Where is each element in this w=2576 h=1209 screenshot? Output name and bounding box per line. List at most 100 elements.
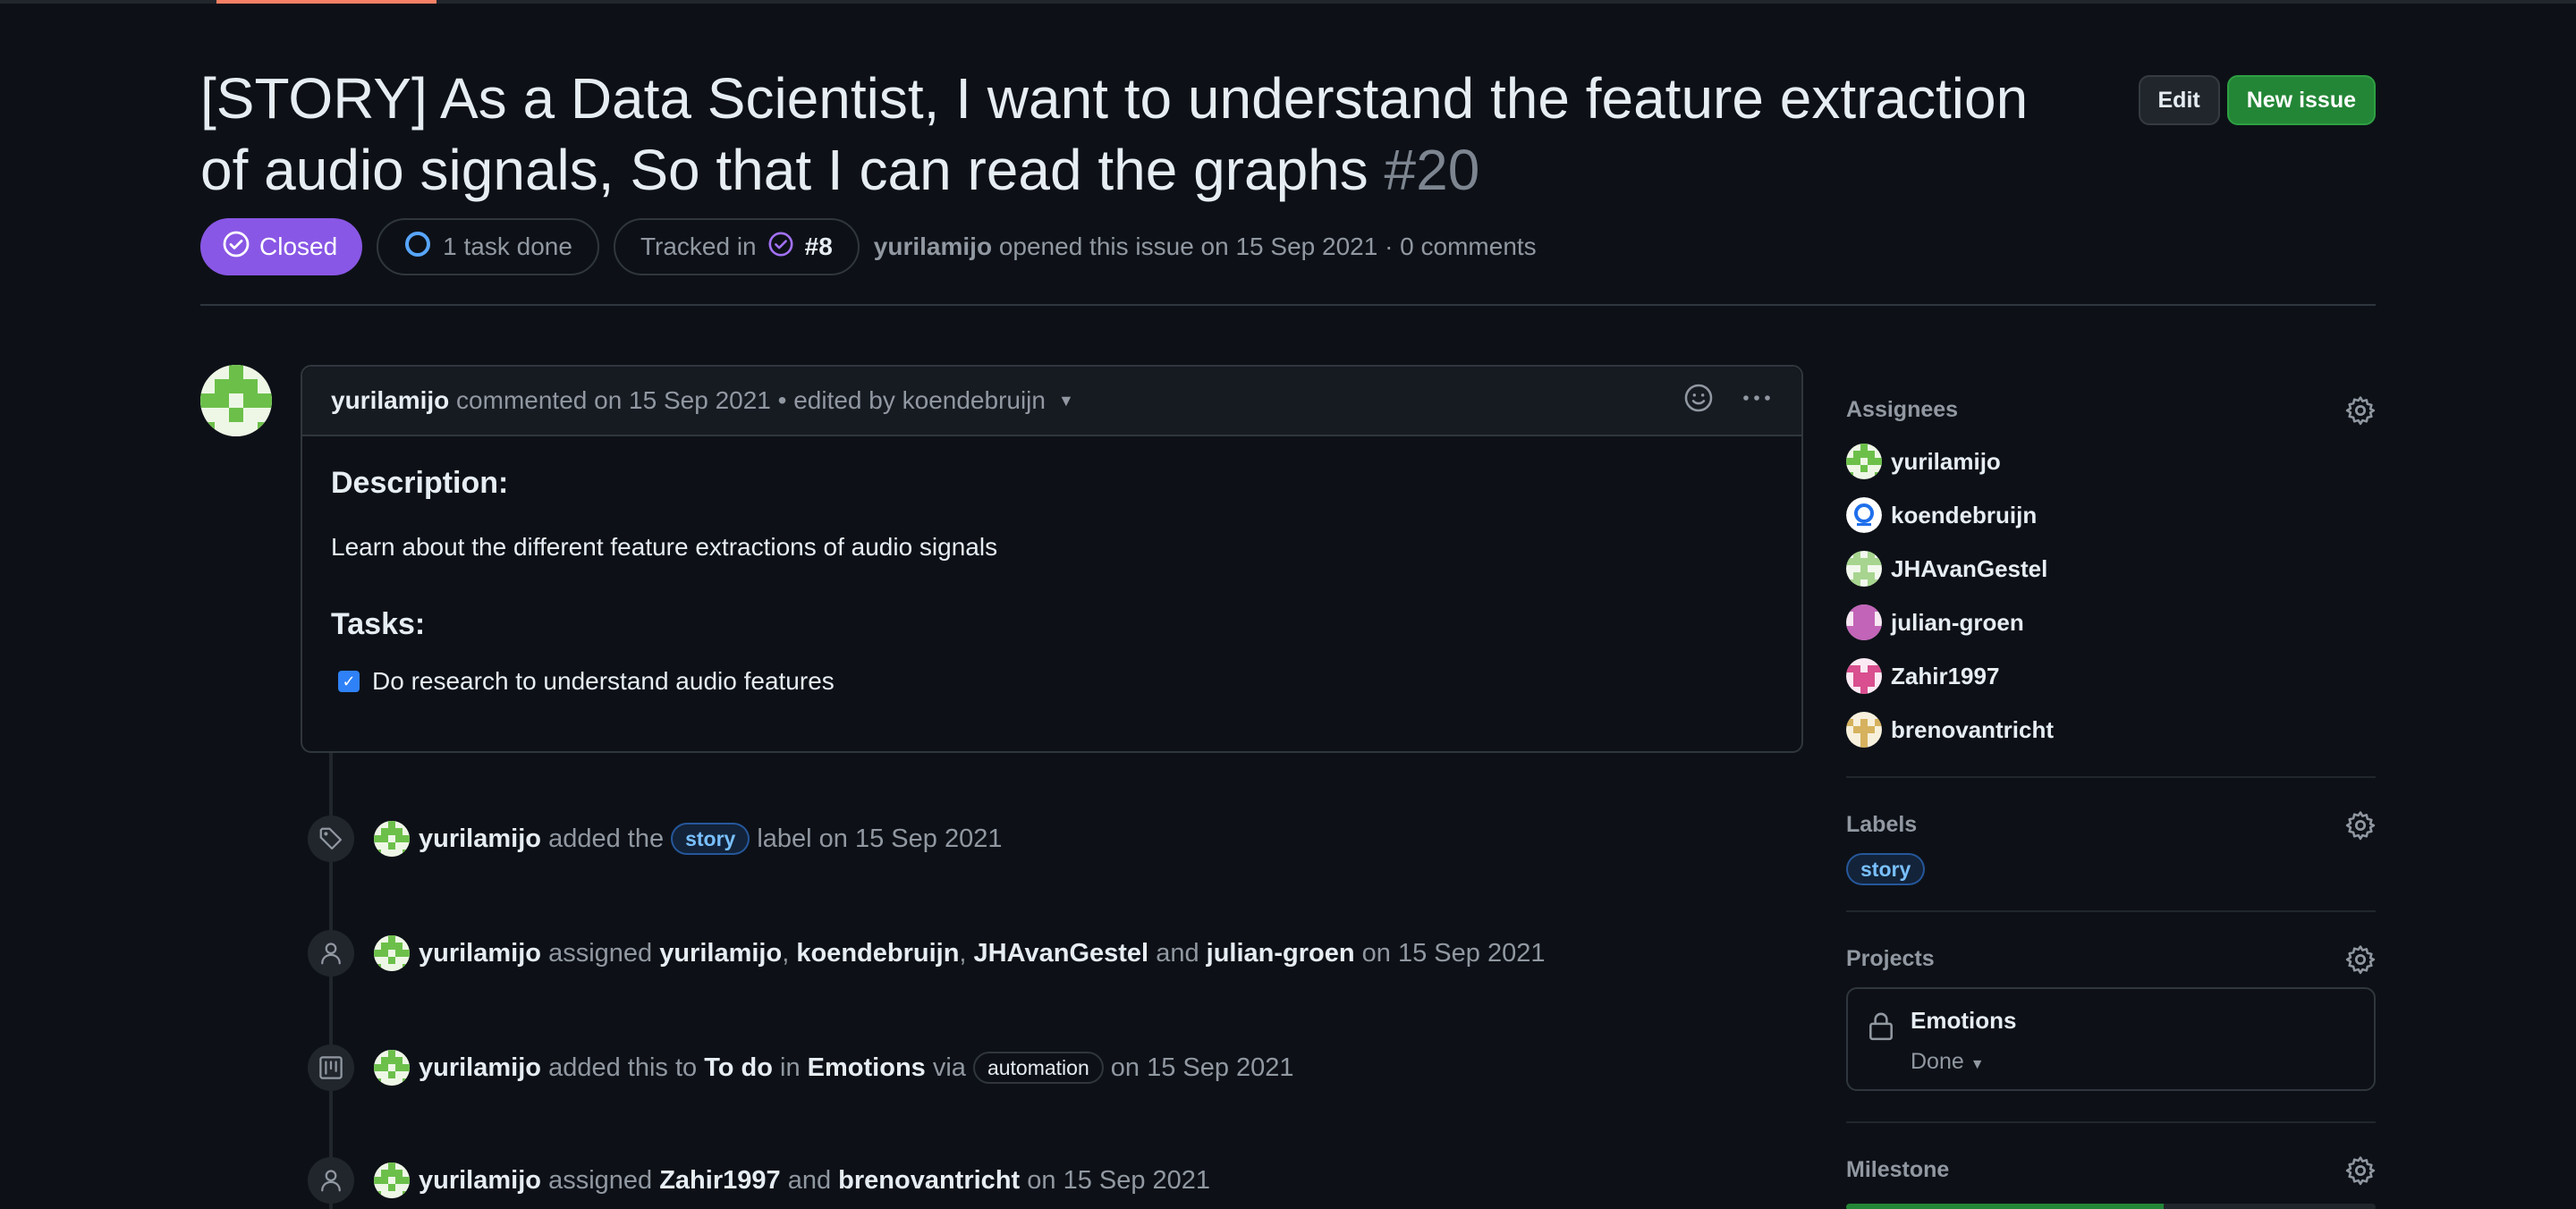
issue-title: [STORY] As a Data Scientist, I want to u…: [200, 63, 2079, 206]
event-text: added this to: [548, 1053, 698, 1082]
event-text: on 15 Sep 2021: [1110, 1053, 1294, 1082]
avatar: [1846, 712, 1882, 748]
assignee-item[interactable]: brenovantricht: [1846, 703, 2376, 757]
milestone-progress-bar: [1846, 1204, 2376, 1209]
assignee-name: julian-groen: [1891, 608, 2024, 636]
gear-icon[interactable]: [2345, 944, 2376, 979]
label-badge[interactable]: story: [1846, 853, 1926, 885]
check-circle-icon: [222, 230, 250, 265]
project-name[interactable]: Emotions: [1911, 1007, 2016, 1035]
avatar: [1846, 444, 1882, 479]
event-text: in: [780, 1053, 801, 1082]
timeline-event-labeled: yurilamijo added the story label on 15 S…: [308, 816, 1002, 862]
kebab-icon[interactable]: [1741, 383, 1773, 419]
milestone-progress-fill: [1846, 1204, 2165, 1209]
project-status-dropdown[interactable]: Done ▼: [1911, 1049, 2016, 1075]
avatar: [1846, 604, 1882, 640]
assignee-link[interactable]: JHAvanGestel: [974, 939, 1149, 968]
triangle-down-icon[interactable]: ▼: [1058, 392, 1074, 410]
person-icon: [308, 1157, 354, 1204]
smiley-icon[interactable]: [1683, 383, 1714, 419]
assignee-item[interactable]: JHAvanGestel: [1846, 542, 2376, 596]
task-text: Do research to understand audio features: [372, 667, 835, 695]
event-text: assigned: [548, 938, 653, 968]
project-card[interactable]: Emotions Done ▼: [1846, 987, 2376, 1091]
assignee-item[interactable]: yurilamijo: [1846, 435, 2376, 488]
tracked-in-label: Tracked in: [640, 232, 757, 260]
task-checkbox[interactable]: ✓: [338, 671, 360, 692]
event-actor-link[interactable]: yurilamijo: [419, 1166, 541, 1196]
header-divider: [200, 304, 2376, 306]
sidebar-divider: [1846, 776, 2376, 778]
assignee-link[interactable]: brenovantricht: [838, 1166, 1020, 1196]
issue-title-block: [STORY] As a Data Scientist, I want to u…: [200, 63, 2079, 206]
issue-meta: Closed 1 task done Tracked in #8 yurilam…: [200, 218, 1537, 275]
issue-number: #20: [1384, 138, 1480, 202]
timeline-event-assigned: yurilamijo assigned Zahir1997 and brenov…: [308, 1157, 1210, 1204]
header-actions: Edit New issue: [2138, 75, 2376, 125]
assignee-link[interactable]: yurilamijo: [659, 939, 782, 968]
tracked-in-badge[interactable]: Tracked in #8: [613, 218, 860, 275]
event-text: on 15 Sep 2021: [1027, 1165, 1211, 1195]
issue-author-link[interactable]: yurilamijo: [874, 232, 992, 260]
avatar[interactable]: [200, 365, 272, 436]
assignee-name: koendebruijn: [1891, 501, 2038, 528]
milestone-heading: Milestone: [1846, 1156, 1950, 1182]
avatar: [1846, 551, 1882, 587]
avatar[interactable]: [374, 1050, 410, 1086]
check-circle-icon: [767, 231, 794, 264]
gear-icon[interactable]: [2345, 395, 2376, 430]
project-status: Done: [1911, 1049, 1964, 1074]
avatar[interactable]: [374, 1162, 410, 1198]
avatar[interactable]: [374, 935, 410, 971]
gear-icon[interactable]: [2345, 1155, 2376, 1190]
assignee-link[interactable]: julian-groen: [1207, 939, 1355, 968]
assignee-item[interactable]: julian-groen: [1846, 596, 2376, 649]
project-column-link[interactable]: To do: [704, 1053, 773, 1083]
event-actor-link[interactable]: yurilamijo: [419, 824, 541, 854]
assignee-item[interactable]: koendebruijn: [1846, 488, 2376, 542]
assignee-item[interactable]: Zahir1997: [1846, 649, 2376, 703]
timeline-event-assigned: yurilamijo assigned yurilamijo , koendeb…: [308, 930, 1545, 976]
issue-title-text: [STORY] As a Data Scientist, I want to u…: [200, 66, 2029, 202]
projects-heading: Projects: [1846, 945, 1935, 971]
sidebar-divider: [1846, 1121, 2376, 1123]
assignee-link[interactable]: Zahir1997: [659, 1166, 780, 1196]
conjunction-text: and: [1156, 938, 1199, 968]
project-icon: [308, 1044, 354, 1091]
event-actor-link[interactable]: yurilamijo: [419, 1053, 541, 1083]
new-issue-button[interactable]: New issue: [2226, 75, 2376, 125]
tracked-in-link[interactable]: #8: [805, 232, 833, 261]
assignee-link[interactable]: koendebruijn: [796, 939, 959, 968]
gear-icon[interactable]: [2345, 810, 2376, 845]
event-text: added the: [548, 824, 665, 853]
timeline-event-project: yurilamijo added this to To do in Emotio…: [308, 1044, 1294, 1091]
issue-sidebar: Assignees yurilamijo koendebruijn JHAvan…: [1846, 385, 2376, 1209]
project-link[interactable]: Emotions: [808, 1053, 926, 1083]
labels-heading: Labels: [1846, 811, 1918, 837]
edit-button[interactable]: Edit: [2138, 75, 2220, 125]
separator-text: ,: [782, 938, 790, 968]
tasks-done-text: 1 task done: [443, 232, 572, 260]
event-actor-link[interactable]: yurilamijo: [419, 939, 541, 968]
tasks-progress-badge[interactable]: 1 task done: [377, 218, 599, 275]
assignees-section: Assignees yurilamijo koendebruijn JHAvan…: [1846, 385, 2376, 757]
comment-author-link[interactable]: yurilamijo: [331, 386, 449, 415]
avatar[interactable]: [374, 821, 410, 857]
event-text: assigned: [548, 1165, 653, 1195]
avatar: [1846, 658, 1882, 694]
milestone-section: Milestone: [1846, 1145, 2376, 1209]
status-badge: Closed: [200, 218, 363, 275]
active-tab-underline: [216, 0, 436, 4]
description-heading: Description:: [331, 466, 509, 500]
event-text: via: [932, 1053, 966, 1082]
label-badge[interactable]: story: [671, 823, 750, 855]
assignee-name: JHAvanGestel: [1891, 554, 2048, 582]
lock-icon: [1868, 1010, 1894, 1071]
assignee-name: Zahir1997: [1891, 662, 2000, 689]
sidebar-divider: [1846, 910, 2376, 912]
conjunction-text: and: [787, 1165, 832, 1195]
comment-meta: commented on 15 Sep 2021 • edited by koe…: [456, 386, 1046, 414]
assignee-name: brenovantricht: [1891, 715, 2055, 743]
issue-open-icon: [403, 230, 432, 265]
